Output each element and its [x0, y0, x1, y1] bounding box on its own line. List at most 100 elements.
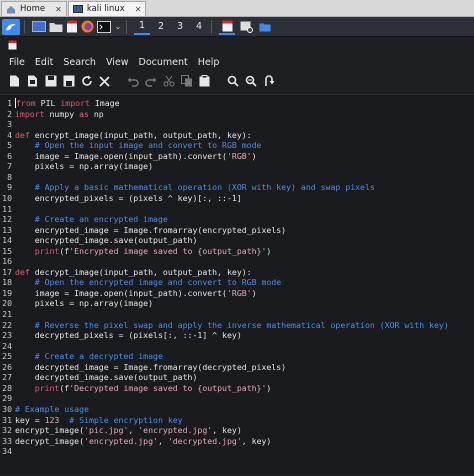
line-number: 24 [2, 340, 12, 351]
code-line[interactable]: 18 # Open the encrypted image and conver… [0, 277, 281, 288]
taskbar-screenshot[interactable] [238, 19, 254, 35]
terminal-icon [97, 20, 111, 33]
launcher-dropdown[interactable]: ⌄ [114, 19, 122, 35]
menu-edit[interactable]: Edit [30, 57, 58, 68]
file-manager-button[interactable] [49, 19, 63, 35]
host-tab-home[interactable]: Home ✕ [1, 1, 67, 16]
code-line[interactable]: 21 [0, 309, 15, 320]
code-text: pixels = np.array(image) [15, 161, 153, 172]
menu-search[interactable]: Search [58, 57, 101, 68]
redo-button[interactable] [144, 75, 157, 88]
code-line[interactable]: 30 # Example usage [0, 404, 89, 415]
code-token: 'RGB' [226, 150, 252, 161]
line-number: 5 [7, 140, 12, 151]
line-number: 22 [2, 319, 12, 330]
line-number: 25 [2, 351, 12, 362]
code-line[interactable]: 32 encrypt_image('pic.jpg', 'encrypted.jp… [0, 425, 242, 436]
menu-help[interactable]: Help [193, 57, 225, 68]
menu-view[interactable]: View [101, 57, 134, 68]
kali-menu-button[interactable] [2, 18, 20, 35]
code-line[interactable]: 14 encrypted_image.save(output_path) [0, 235, 197, 246]
taskbar-folder[interactable] [257, 19, 273, 35]
new-window-button[interactable] [26, 75, 39, 88]
code-line[interactable]: 13 encrypted_image = Image.fromarray(enc… [0, 225, 286, 236]
goto-icon [264, 75, 274, 86]
code-line[interactable]: 17 def decrypt_image(input_path, output_p… [0, 267, 251, 278]
code-token: # Create a decrypted image [15, 351, 163, 362]
close-icon[interactable]: ✕ [55, 5, 62, 14]
code-line[interactable]: 34 [0, 446, 15, 457]
code-line[interactable]: 7 pixels = np.array(image) [0, 161, 153, 172]
code-line[interactable]: 5 # Open the input image and convert to … [0, 140, 261, 151]
code-line[interactable]: 12 # Create an encrypted image [0, 214, 168, 225]
taskbar-text-editor[interactable] [219, 19, 235, 35]
code-line[interactable]: 22 # Reverse the pixel swap and apply th… [0, 320, 449, 331]
code-line[interactable]: 8 [0, 172, 15, 183]
reload-button[interactable] [80, 75, 93, 88]
code-line[interactable]: 28 print(f'Decrypted image saved to {out… [0, 383, 271, 394]
line-number: 8 [7, 171, 12, 182]
code-line[interactable]: 15 print(f'Encrypted image saved to {out… [0, 246, 271, 257]
code-token: 'pic.jpg' [84, 425, 129, 436]
line-number: 34 [2, 446, 12, 457]
goto-line-button[interactable] [262, 75, 275, 88]
workspace-1[interactable]: 1 [134, 19, 150, 35]
show-desktop-button[interactable] [32, 19, 46, 35]
code-line[interactable]: 29 [0, 393, 15, 404]
code-line[interactable]: 25 # Create a decrypted image [0, 351, 163, 362]
find-button[interactable] [226, 75, 239, 88]
save-button[interactable] [44, 75, 57, 88]
line-number: 14 [2, 235, 12, 246]
terminal-launcher[interactable] [97, 19, 111, 35]
code-editor[interactable]: 1 from PIL import Image 2 import numpy as n… [0, 94, 474, 474]
code-line[interactable]: 27 decrypted_image.save(output_path) [0, 372, 197, 383]
code-line[interactable]: 23 decrypted_pixels = (pixels[:, ::-1] ^… [0, 330, 242, 341]
new-file-button[interactable] [8, 75, 21, 88]
code-text: key = 123 # Simple encryption key [15, 415, 183, 426]
close-icon[interactable]: ✕ [135, 5, 142, 14]
code-line[interactable]: 4 def encrypt_image(input_path, output_pa… [0, 130, 252, 141]
menu-file[interactable]: File [4, 57, 30, 68]
save-as-button[interactable] [62, 75, 75, 88]
paste-button[interactable] [198, 75, 211, 88]
code-line[interactable]: 1 from PIL import Image [0, 98, 120, 109]
code-line[interactable]: 11 [0, 204, 15, 215]
code-text: image = Image.open(input_path).convert('… [15, 151, 257, 162]
workspace-3[interactable]: 3 [172, 19, 188, 35]
close-document-button[interactable] [98, 75, 111, 88]
host-tab-bar: Home ✕ kali linux ✕ [0, 0, 474, 17]
code-token: ) [266, 382, 272, 393]
text-editor-launcher[interactable] [66, 19, 78, 35]
code-line[interactable]: 16 [0, 256, 15, 267]
menu-document[interactable]: Document [134, 57, 193, 68]
find-icon [227, 75, 239, 87]
workspace-2[interactable]: 2 [153, 19, 169, 35]
code-line[interactable]: 31 key = 123 # Simple encryption key [0, 415, 183, 426]
code-line[interactable]: 9 # Apply a basic mathematical operation… [0, 182, 375, 193]
code-line[interactable]: 6 image = Image.open(input_path).convert… [0, 151, 257, 162]
code-line[interactable]: 3 [0, 119, 15, 130]
line-number: 2 [7, 108, 12, 119]
undo-button[interactable] [126, 75, 139, 88]
code-text: decrypt_image('encrypted.jpg', 'decrypte… [15, 436, 271, 447]
redo-icon [144, 77, 156, 87]
firefox-launcher[interactable] [81, 19, 94, 35]
code-line[interactable]: 20 pixels = np.array(image) [0, 298, 153, 309]
code-line[interactable]: 24 [0, 341, 15, 352]
window-titlebar [0, 37, 474, 53]
code-line[interactable]: 10 encrypted_pixels = (pixels ^ key)[:, … [0, 193, 242, 204]
host-tab-kali[interactable]: kali linux ✕ [67, 1, 147, 16]
code-line[interactable]: 26 decrypted_image = Image.fromarray(dec… [0, 362, 286, 373]
code-text: image = Image.open(input_path).convert('… [15, 288, 257, 299]
code-line[interactable]: 19 image = Image.open(input_path).conver… [0, 288, 257, 299]
copy-icon [180, 75, 192, 87]
copy-button[interactable] [180, 75, 193, 88]
home-icon [7, 5, 15, 13]
code-token: ) [251, 287, 257, 298]
find-replace-button[interactable] [244, 75, 257, 88]
toolbar [0, 72, 474, 90]
workspace-4[interactable]: 4 [191, 19, 207, 35]
code-line[interactable]: 33 decrypt_image('encrypted.jpg', 'decryp… [0, 436, 271, 447]
code-line[interactable]: 2 import numpy as np [0, 109, 104, 120]
cut-button[interactable] [162, 75, 175, 88]
